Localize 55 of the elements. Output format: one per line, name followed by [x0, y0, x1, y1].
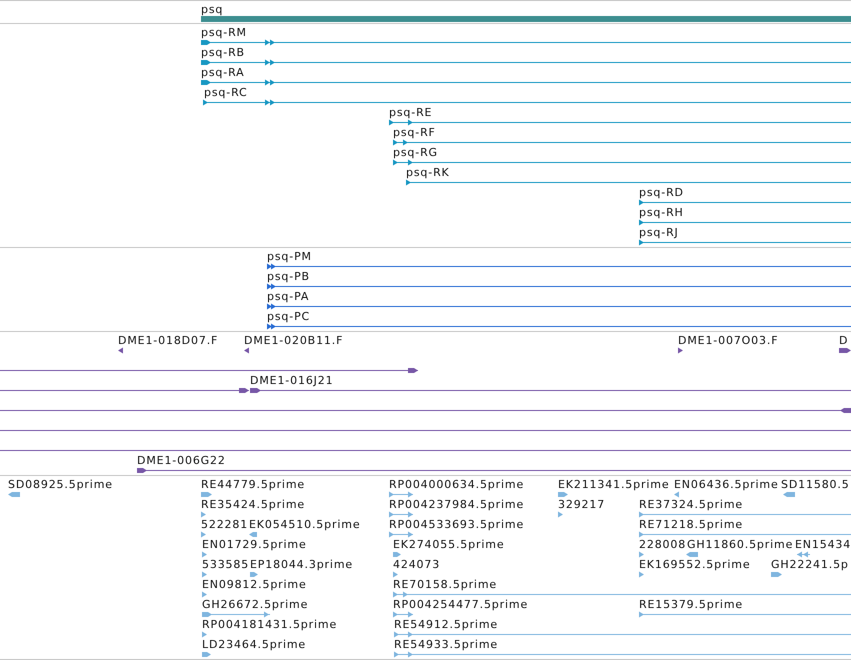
est-label: GH22241.5p [771, 558, 849, 571]
clone-label: DME1-020B11.F [244, 334, 344, 347]
est-label: RE37324.5prime [639, 498, 744, 511]
est-label: 228008 [639, 538, 686, 551]
transcript-label: psq-RC [204, 86, 248, 99]
est-label: EN06436.5prime [674, 478, 779, 491]
est-label: GH11860.5prime [687, 538, 794, 551]
est-label: 533585 [202, 558, 250, 571]
est-label: EN09812.5prime [202, 578, 307, 591]
est-label: EN01729.5prime [202, 538, 307, 551]
est-label: EK169552.5prime [639, 558, 750, 571]
transcript-label: psq-RE [389, 106, 432, 119]
est-label: RE35424.5prime [201, 498, 306, 511]
transcript-label: psq-RH [639, 206, 684, 219]
est-label: GH26672.5prime [202, 598, 308, 611]
est-label: EN15434 [795, 538, 851, 551]
clone-label: DME1-018D07.F [118, 334, 218, 347]
protein-label: psq-PC [267, 310, 310, 323]
protein-label: psq-PA [267, 290, 310, 303]
est-label: RE54912.5prime [394, 618, 498, 631]
clone-label: DME1-007O03.F [678, 334, 778, 347]
clone-label: DME1-016J21 [250, 374, 334, 387]
est-label: RP004237984.5prime [389, 498, 524, 511]
est-label: EP18044.3prime [250, 558, 354, 571]
transcript-label: psq-RM [201, 26, 247, 39]
est-label: LD23464.5prime [202, 638, 306, 651]
est-label: RE70158.5prime [393, 578, 498, 591]
est-label: RP004181431.5prime [202, 618, 338, 631]
transcript-label: psq-RD [639, 186, 684, 199]
gene-label: psq [201, 3, 224, 16]
est-label: RP004254477.5prime [393, 598, 528, 611]
est-label: RE44779.5prime [201, 478, 306, 491]
est-label: EK274055.5prime [393, 538, 504, 551]
est-label: RE71218.5prime [639, 518, 744, 531]
transcript-label: psq-RB [201, 46, 245, 59]
est-label: RP004533693.5prime [389, 518, 524, 531]
est-label: SD11580.5 [781, 478, 850, 491]
est-label: 522281 [201, 518, 248, 531]
protein-label: psq-PM [267, 250, 312, 263]
transcript-label: psq-RG [393, 146, 438, 159]
est-label: SD08925.5prime [8, 478, 113, 491]
transcript-label: psq-RF [393, 126, 436, 139]
transcript-label: psq-RK [406, 166, 450, 179]
est-label: RE54933.5prime [394, 638, 498, 651]
transcript-label: psq-RJ [639, 226, 679, 239]
protein-label: psq-PB [267, 270, 310, 283]
est-label: 424073 [393, 558, 440, 571]
est-label: EK211341.5prime [558, 478, 670, 491]
est-label: RE15379.5prime [639, 598, 744, 611]
clone-label: D [839, 334, 848, 347]
est-label: RP004000634.5prime [389, 478, 524, 491]
est-label: EK054510.5prime [249, 518, 360, 531]
clone-label: DME1-006G22 [137, 454, 226, 467]
est-label: 329217 [558, 498, 606, 511]
transcript-label: psq-RA [201, 66, 244, 79]
